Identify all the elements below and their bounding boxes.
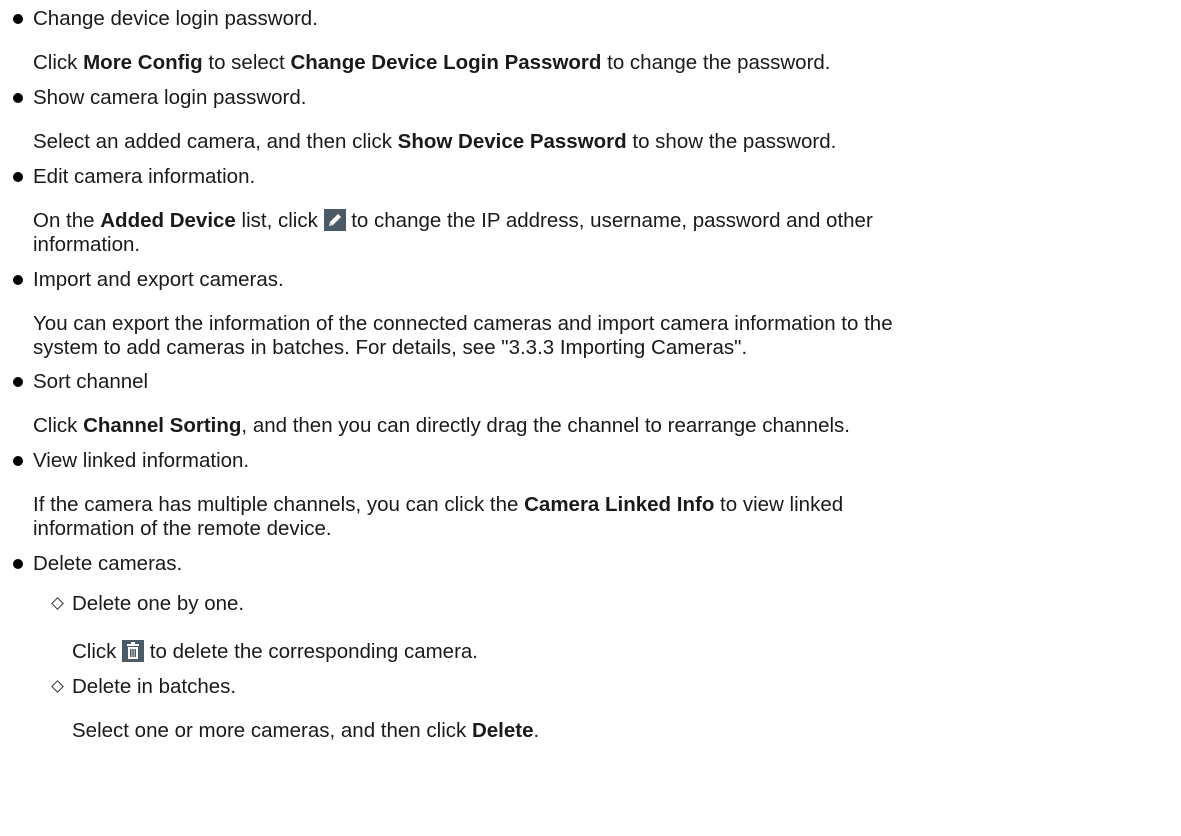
sub-item-title: Delete one by one. bbox=[72, 592, 245, 615]
sub-item-description: Select one or more cameras, and then cli… bbox=[72, 719, 540, 742]
sub-item-title: Delete in batches. bbox=[72, 675, 237, 698]
item-description-cont: information of the remote device. bbox=[33, 517, 332, 540]
item-description-cont: information. bbox=[33, 233, 141, 256]
item-description: Click More Config to select Change Devic… bbox=[33, 51, 831, 74]
item-description: If the camera has multiple channels, you… bbox=[33, 493, 844, 516]
item-description: Select an added camera, and then click S… bbox=[33, 130, 837, 153]
bullet-icon bbox=[13, 559, 23, 569]
sub-item-description: Click to delete the corresponding camera… bbox=[72, 640, 479, 663]
item-description: You can export the information of the co… bbox=[33, 312, 893, 335]
pencil-edit-icon[interactable] bbox=[323, 209, 346, 231]
item-title: Import and export cameras. bbox=[33, 268, 284, 291]
bullet-icon bbox=[13, 172, 23, 182]
diamond-bullet-icon bbox=[51, 680, 64, 693]
item-description: On the Added Device list, click to chang… bbox=[33, 209, 873, 232]
item-title: Change device login password. bbox=[33, 7, 318, 30]
bullet-icon bbox=[13, 93, 23, 103]
trash-delete-icon[interactable] bbox=[122, 640, 145, 662]
item-title: View linked information. bbox=[33, 449, 250, 472]
diamond-bullet-icon bbox=[51, 597, 64, 610]
item-title: Delete cameras. bbox=[33, 552, 183, 575]
item-title: Show camera login password. bbox=[33, 86, 307, 109]
item-title: Edit camera information. bbox=[33, 165, 256, 188]
bullet-icon bbox=[13, 377, 23, 387]
bullet-icon bbox=[13, 456, 23, 466]
item-title: Sort channel bbox=[33, 370, 149, 393]
bullet-icon bbox=[13, 275, 23, 285]
item-description-cont: system to add cameras in batches. For de… bbox=[33, 336, 748, 359]
bullet-icon bbox=[13, 14, 23, 24]
item-description: Click Channel Sorting, and then you can … bbox=[33, 414, 850, 437]
